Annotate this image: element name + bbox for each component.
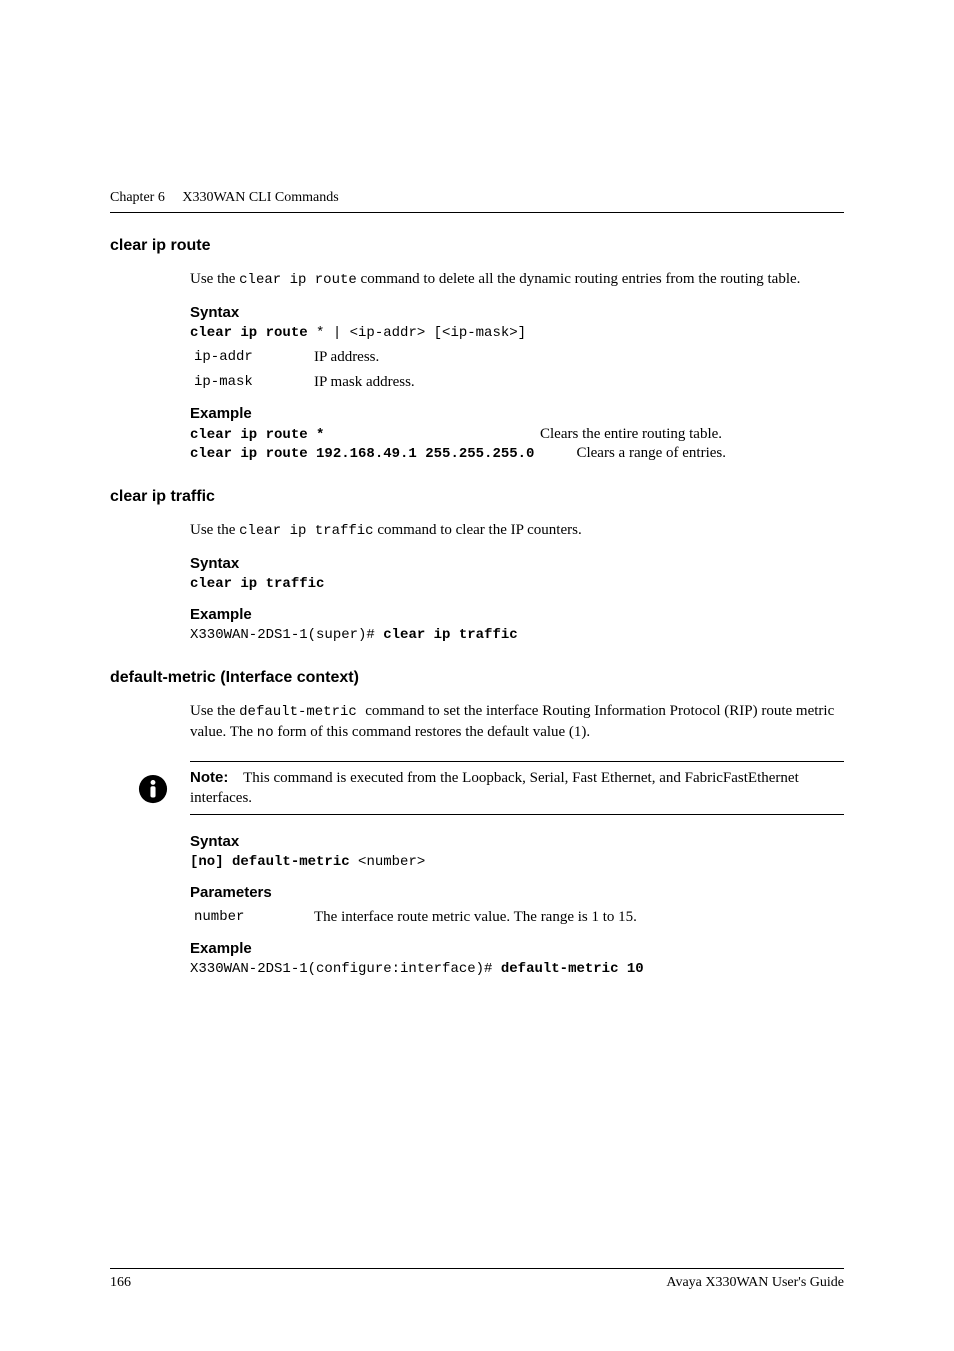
param-table: ip-addr IP address. ip-mask IP mask addr…	[190, 349, 844, 391]
example-row: clear ip route * Clears the entire routi…	[190, 426, 844, 443]
param-name: number	[190, 909, 314, 926]
param-table: number The interface route metric value.…	[190, 909, 844, 926]
note-label: Note:	[190, 769, 228, 786]
note-body: This command is executed from the Loopba…	[190, 770, 799, 806]
example-label: Example	[190, 405, 844, 422]
syntax-line: [no] default-metric <number>	[190, 854, 844, 870]
page: Chapter 6 X330WAN CLI Commands clear ip …	[0, 0, 954, 1351]
section-body: Use the clear ip traffic command to clea…	[150, 520, 844, 643]
section-clear-ip-route: clear ip route Use the clear ip route co…	[110, 237, 844, 462]
param-desc: IP mask address.	[314, 374, 844, 391]
intro-text-before: Use the	[190, 522, 239, 538]
syntax-rest: * | <ip-addr> [<ip-mask>]	[308, 325, 526, 341]
syntax-bold: [no] default-metric	[190, 854, 350, 870]
syntax-label: Syntax	[190, 304, 844, 321]
intro-code-2: no	[257, 725, 274, 741]
example-line: X330WAN-2DS1-1(configure:interface)# def…	[190, 961, 844, 977]
intro-code: clear ip route	[239, 272, 357, 288]
example-bold: clear ip traffic	[383, 627, 517, 643]
example-bold: default-metric 10	[501, 961, 644, 977]
intro-paragraph: Use the default-metric command to set th…	[190, 701, 844, 743]
param-name: ip-addr	[190, 349, 314, 366]
example-desc: Clears a range of entries.	[576, 445, 726, 462]
syntax-rest: <number>	[350, 854, 426, 870]
intro-text-after: form of this command restores the defaul…	[274, 724, 591, 740]
param-name: ip-mask	[190, 374, 314, 391]
note-inner: Note: This command is executed from the …	[190, 762, 844, 815]
syntax-bold: clear ip route	[190, 325, 308, 341]
intro-text-after: command to delete all the dynamic routin…	[357, 271, 801, 287]
intro-paragraph: Use the clear ip traffic command to clea…	[190, 520, 844, 541]
example-prompt: X330WAN-2DS1-1(configure:interface)#	[190, 961, 501, 977]
example-cmd: clear ip route 192.168.49.1 255.255.255.…	[190, 446, 534, 462]
intro-text-after: command to clear the IP counters.	[374, 522, 582, 538]
section-title: default-metric (Interface context)	[110, 669, 844, 687]
chapter-number: Chapter 6	[110, 190, 179, 206]
table-row: ip-addr IP address.	[190, 349, 844, 366]
intro-text-before: Use the	[190, 271, 239, 287]
example-label: Example	[190, 606, 844, 623]
intro-paragraph: Use the clear ip route command to delete…	[190, 269, 844, 290]
example-cmd: clear ip route *	[190, 427, 540, 443]
section-body: Use the clear ip route command to delete…	[190, 269, 844, 462]
page-number: 166	[110, 1275, 131, 1291]
example-label: Example	[190, 940, 844, 957]
header-rule	[110, 212, 844, 213]
section-body: Use the default-metric command to set th…	[190, 701, 844, 743]
chapter-title: X330WAN CLI Commands	[182, 190, 338, 205]
info-icon	[138, 774, 168, 804]
intro-code: clear ip traffic	[239, 523, 373, 539]
section-default-metric: default-metric (Interface context) Use t…	[110, 669, 844, 977]
section-body-continued: Syntax [no] default-metric <number> Para…	[190, 833, 844, 977]
note-text: Note: This command is executed from the …	[190, 768, 844, 809]
syntax-line: clear ip route * | <ip-addr> [<ip-mask>]	[190, 325, 844, 341]
note-rule-bottom	[190, 814, 844, 815]
guide-title: Avaya X330WAN User's Guide	[666, 1275, 844, 1291]
example-prompt: X330WAN-2DS1-1(super)#	[190, 627, 383, 643]
example-line: X330WAN-2DS1-1(super)# clear ip traffic	[190, 627, 844, 643]
page-footer: 166 Avaya X330WAN User's Guide	[110, 1268, 844, 1291]
example-row: clear ip route 192.168.49.1 255.255.255.…	[190, 445, 844, 462]
section-title: clear ip route	[110, 237, 844, 255]
parameters-label: Parameters	[190, 884, 844, 901]
syntax-line: clear ip traffic	[190, 576, 844, 592]
chapter-header: Chapter 6 X330WAN CLI Commands	[110, 190, 844, 206]
section-clear-ip-traffic: clear ip traffic Use the clear ip traffi…	[110, 488, 844, 643]
intro-code-1: default-metric	[239, 704, 365, 720]
syntax-label: Syntax	[190, 833, 844, 850]
intro-text-before: Use the	[190, 703, 239, 719]
table-row: ip-mask IP mask address.	[190, 374, 844, 391]
param-desc: The interface route metric value. The ra…	[314, 909, 844, 926]
example-desc: Clears the entire routing table.	[540, 426, 722, 443]
section-title: clear ip traffic	[110, 488, 844, 506]
param-desc: IP address.	[314, 349, 844, 366]
table-row: number The interface route metric value.…	[190, 909, 844, 926]
note-block: Note: This command is executed from the …	[190, 761, 844, 816]
syntax-label: Syntax	[190, 555, 844, 572]
